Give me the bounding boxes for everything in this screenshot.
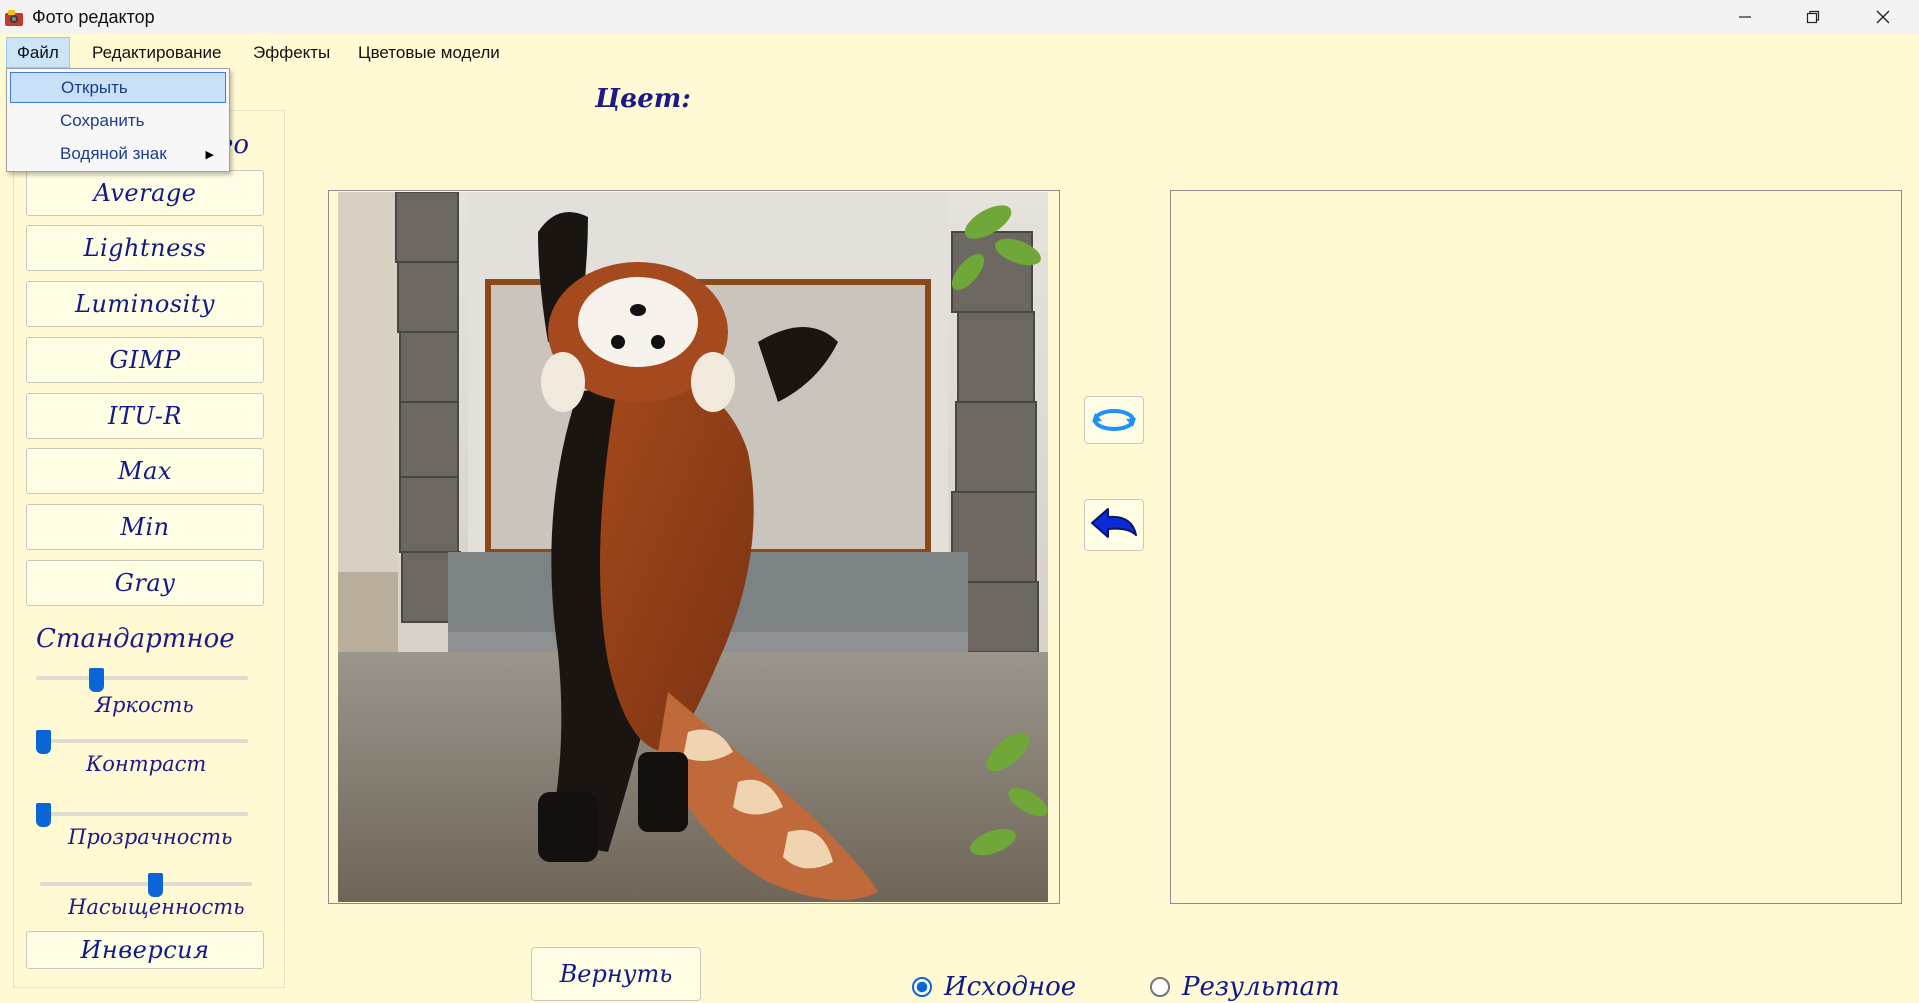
minimize-button[interactable] — [1710, 0, 1780, 34]
submenu-arrow-icon: ▶ — [205, 149, 214, 161]
menu-effects[interactable]: Эффекты — [243, 37, 340, 68]
contrast-slider-thumb[interactable] — [36, 730, 51, 754]
menu-item-watermark[interactable]: Водяной знак ▶ — [10, 138, 226, 169]
contrast-label: Контраст — [86, 752, 207, 776]
result-picture-box — [1170, 190, 1902, 904]
saturation-label: Насыщенность — [68, 895, 245, 919]
menu-item-open[interactable]: Открыть — [10, 72, 226, 103]
close-icon — [1876, 10, 1890, 24]
luminosity-button[interactable]: Luminosity — [26, 281, 264, 327]
opacity-slider-track[interactable] — [36, 812, 248, 816]
radio-result-label: Результат — [1182, 972, 1340, 1002]
restore-window-button[interactable] — [1778, 0, 1848, 34]
brightness-slider-thumb[interactable] — [89, 668, 105, 692]
saturation-slider-track[interactable] — [40, 882, 252, 886]
radio-original-label: Исходное — [944, 972, 1077, 1002]
menu-item-save[interactable]: Сохранить — [10, 105, 226, 136]
contrast-slider-track[interactable] — [36, 739, 248, 743]
invert-button[interactable]: Инверсия — [26, 931, 264, 969]
saturation-slider-thumb[interactable] — [148, 873, 164, 897]
restore-window-icon — [1806, 10, 1820, 24]
standard-title: Стандартное — [36, 624, 235, 654]
color-label: Цвет: — [595, 84, 691, 114]
brightness-label: Яркость — [95, 693, 194, 717]
menu-bar: Файл Редактирование Эффекты Цветовые мод… — [0, 34, 1919, 71]
gimp-button[interactable]: GIMP — [26, 337, 264, 383]
menu-item-watermark-label: Водяной знак — [60, 143, 167, 163]
radio-original[interactable]: Исходное — [912, 972, 1076, 1002]
menu-color-models[interactable]: Цветовые модели — [348, 37, 510, 68]
red-panda-photo — [338, 192, 1048, 902]
app-icon — [4, 8, 24, 28]
lightness-button[interactable]: Lightness — [26, 225, 264, 271]
radio-original-dot[interactable] — [912, 977, 932, 997]
window-title: Фото редактор — [32, 7, 155, 27]
rotate-arrows-icon — [1092, 409, 1136, 431]
min-button[interactable]: Min — [26, 504, 264, 550]
menu-file[interactable]: Файл — [6, 37, 70, 68]
gray-button[interactable]: Gray — [26, 560, 264, 606]
opacity-label: Прозрачность — [68, 825, 233, 849]
close-button[interactable] — [1848, 0, 1918, 34]
itu-r-button[interactable]: ITU-R — [26, 393, 264, 439]
menu-edit[interactable]: Редактирование — [82, 37, 232, 68]
radio-result-dot[interactable] — [1150, 977, 1170, 997]
file-dropdown-menu: Открыть Сохранить Водяной знак ▶ — [6, 68, 230, 172]
max-button[interactable]: Max — [26, 448, 264, 494]
average-button[interactable]: Average — [26, 170, 264, 216]
rotate-button[interactable] — [1084, 396, 1144, 444]
restore-button[interactable]: Вернуть — [531, 947, 701, 1001]
back-arrow-icon — [1091, 508, 1137, 538]
opacity-slider-thumb[interactable] — [36, 803, 51, 827]
brightness-slider-track[interactable] — [36, 676, 248, 680]
title-bar — [0, 0, 1919, 34]
minimize-icon — [1739, 16, 1751, 18]
radio-result[interactable]: Результат — [1150, 972, 1340, 1002]
source-image — [338, 192, 1048, 902]
undo-button[interactable] — [1084, 499, 1144, 551]
